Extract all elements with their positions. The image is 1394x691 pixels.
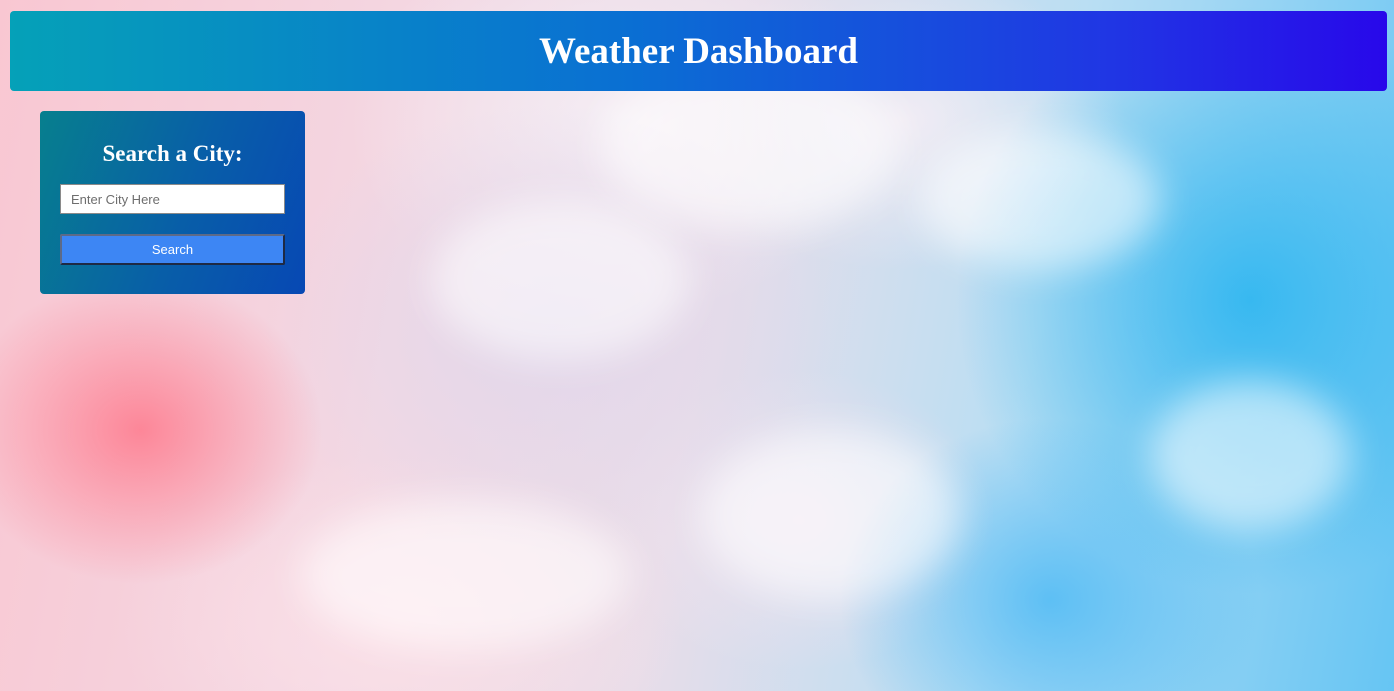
cloud-shape xyxy=(430,200,690,360)
city-search-input[interactable] xyxy=(60,184,285,214)
page-title: Weather Dashboard xyxy=(539,30,858,72)
cloud-shape xyxy=(1150,380,1350,530)
cloud-shape xyxy=(700,430,960,600)
search-heading: Search a City: xyxy=(102,141,243,166)
cloud-background-image xyxy=(0,0,1394,691)
city-search-panel: Search a City: Search xyxy=(40,111,305,294)
search-button[interactable]: Search xyxy=(60,234,285,265)
cloud-shape xyxy=(920,130,1160,270)
cloud-shape xyxy=(300,500,630,650)
page-header: Weather Dashboard xyxy=(10,11,1387,91)
